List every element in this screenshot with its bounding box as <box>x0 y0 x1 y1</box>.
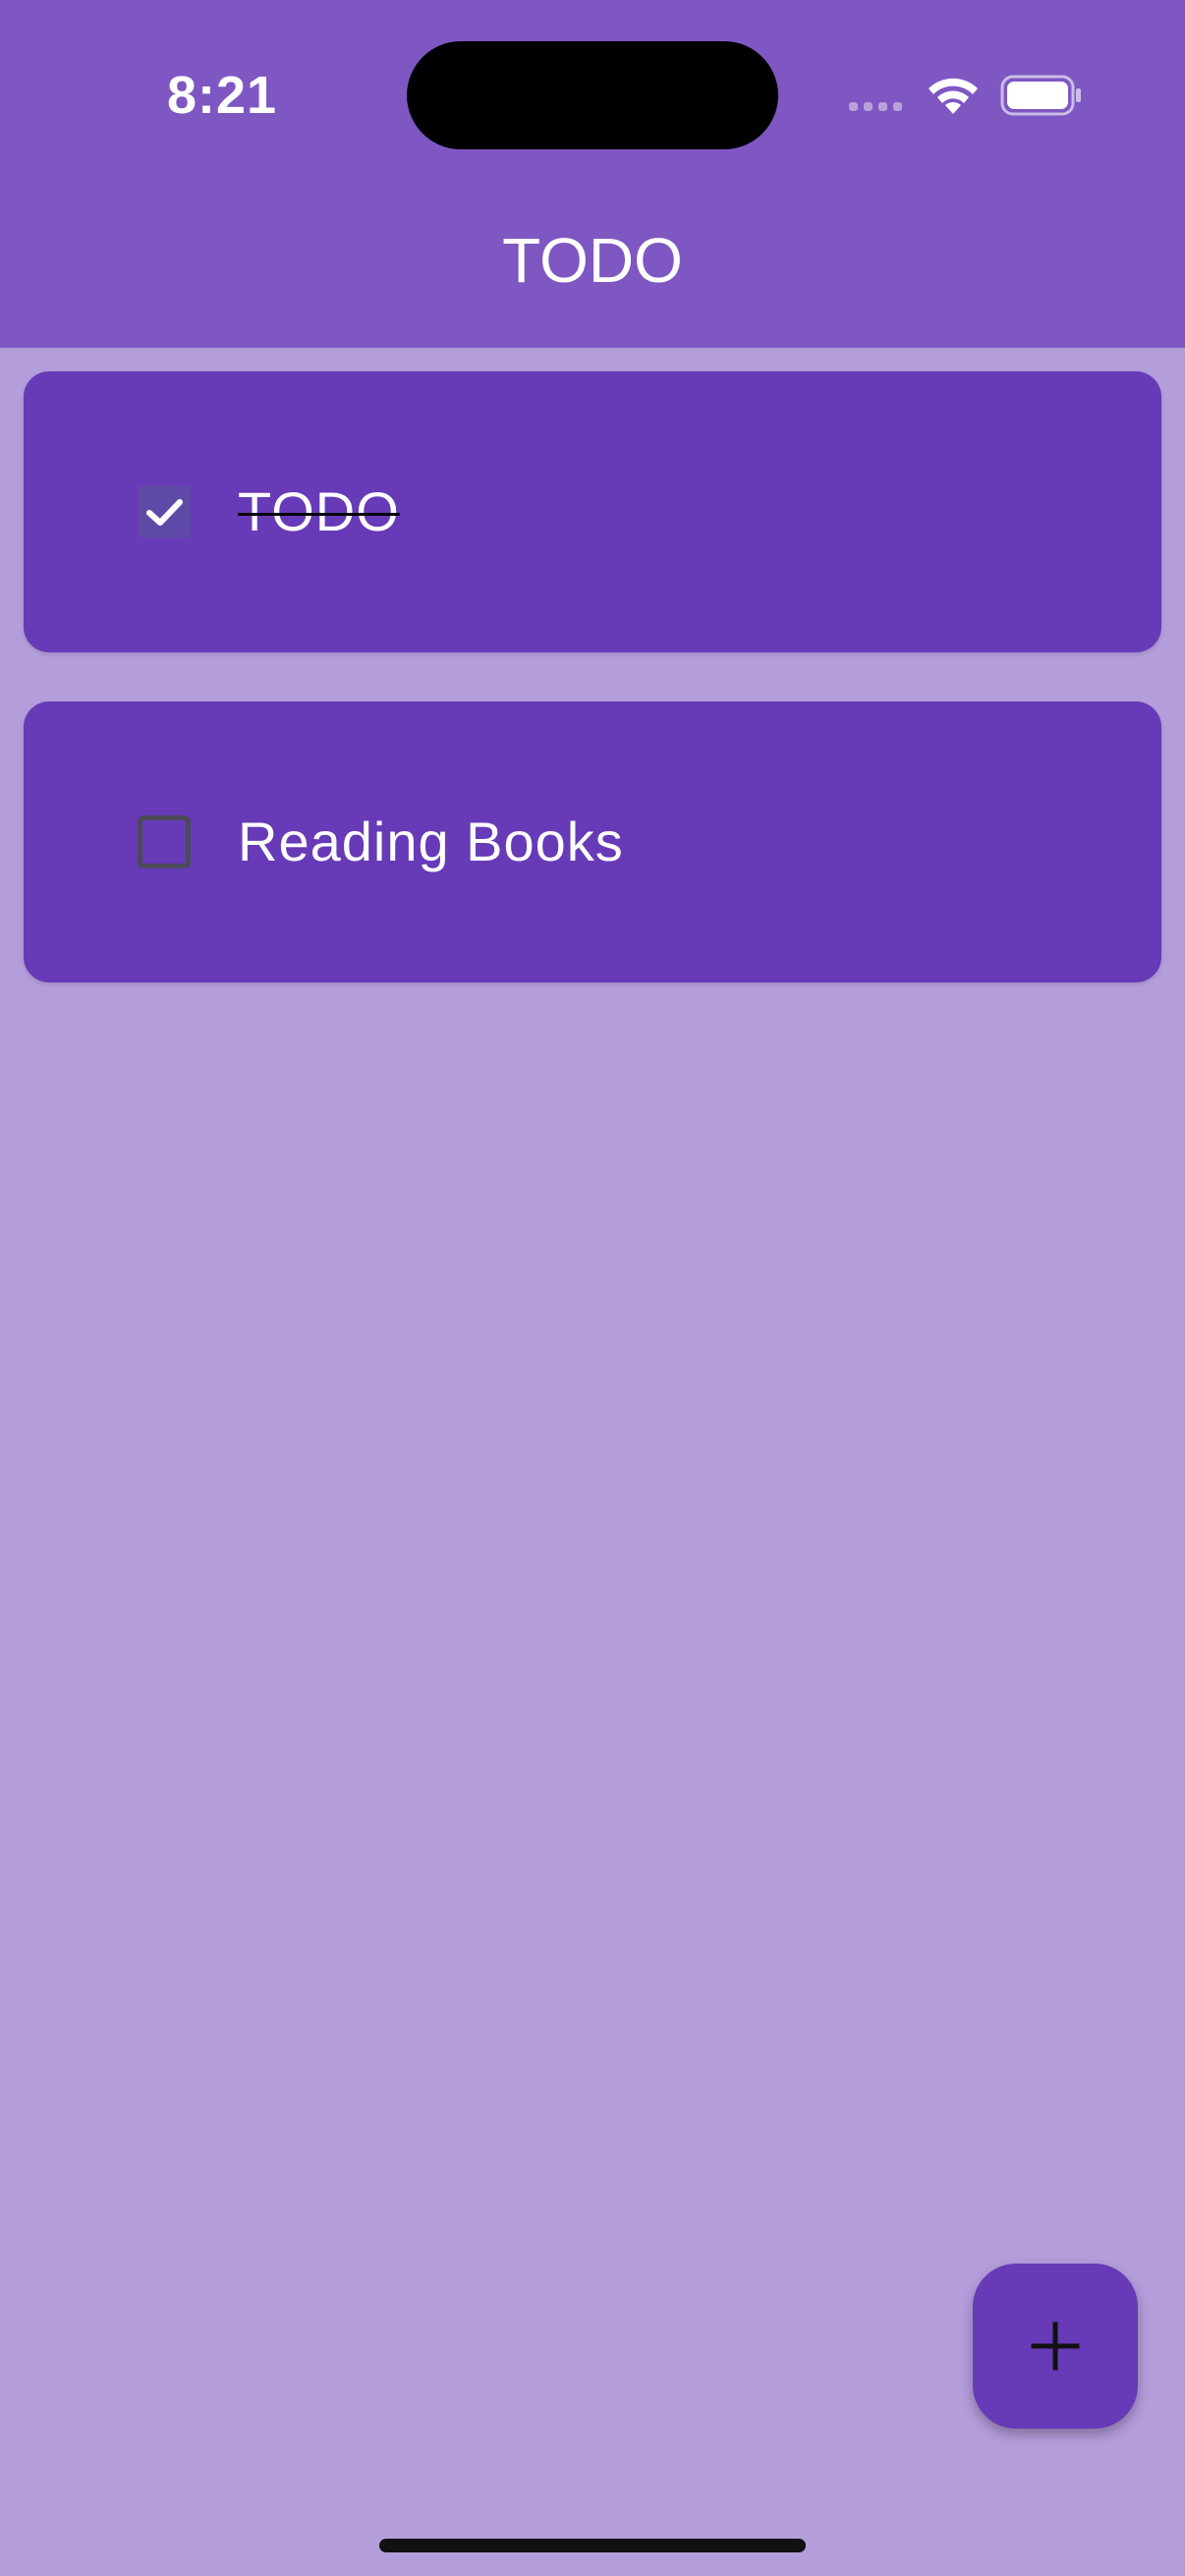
status-bar-time: 8:21 <box>167 66 278 125</box>
dynamic-island <box>407 41 778 149</box>
plus-icon <box>1031 2322 1080 2371</box>
todo-item[interactable]: TODO <box>24 371 1161 652</box>
app-bar: 8:21 TODO <box>0 0 1185 348</box>
home-indicator[interactable] <box>379 2539 806 2552</box>
todo-item[interactable]: Reading Books <box>24 701 1161 982</box>
todo-item-label: TODO <box>238 480 400 542</box>
todo-checkbox-checked[interactable] <box>138 485 191 538</box>
checkmark-icon <box>146 499 183 526</box>
wifi-icon <box>929 78 978 114</box>
battery-icon <box>1000 75 1081 116</box>
cellular-signal-icon <box>849 102 902 111</box>
page-title: TODO <box>502 225 683 296</box>
todo-checkbox-unchecked[interactable] <box>138 815 191 868</box>
todo-item-label: Reading Books <box>238 811 624 872</box>
add-todo-button[interactable] <box>973 2264 1138 2429</box>
